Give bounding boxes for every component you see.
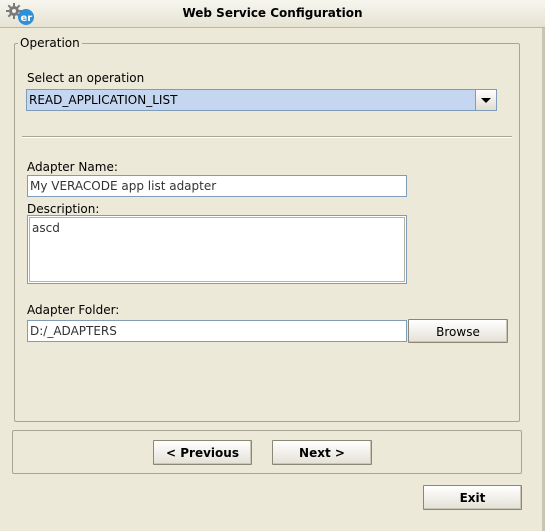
chevron-down-icon [481, 98, 491, 103]
operation-select[interactable]: READ_APPLICATION_LIST [26, 89, 497, 111]
operation-select-value: READ_APPLICATION_LIST [29, 93, 178, 107]
browse-button-label: Browse [436, 325, 480, 339]
description-text: ascd [29, 217, 405, 282]
exit-button[interactable]: Exit [423, 485, 522, 510]
previous-button[interactable]: < Previous [153, 440, 252, 465]
select-operation-label: Select an operation [27, 71, 145, 85]
description-label: Description: [27, 202, 100, 216]
browse-button[interactable]: Browse [408, 319, 508, 343]
adapter-name-field[interactable]: My VERACODE app list adapter [27, 175, 407, 197]
section-divider [22, 136, 512, 138]
navigation-panel [12, 430, 522, 474]
next-button-label: Next > [299, 446, 345, 460]
adapter-folder-field[interactable]: D:/_ADAPTERS [27, 320, 407, 342]
description-textarea[interactable]: ascd [27, 215, 407, 284]
window-title: Web Service Configuration [182, 6, 363, 20]
title-bar: er Web Service Configuration [0, 0, 545, 28]
operation-dropdown-button[interactable] [475, 90, 496, 110]
adapter-folder-label: Adapter Folder: [27, 303, 120, 317]
adapter-name-label: Adapter Name: [27, 160, 118, 174]
exit-button-label: Exit [459, 491, 486, 505]
next-button[interactable]: Next > [272, 440, 372, 465]
operation-group-legend: Operation [18, 36, 82, 50]
previous-button-label: < Previous [166, 446, 239, 460]
